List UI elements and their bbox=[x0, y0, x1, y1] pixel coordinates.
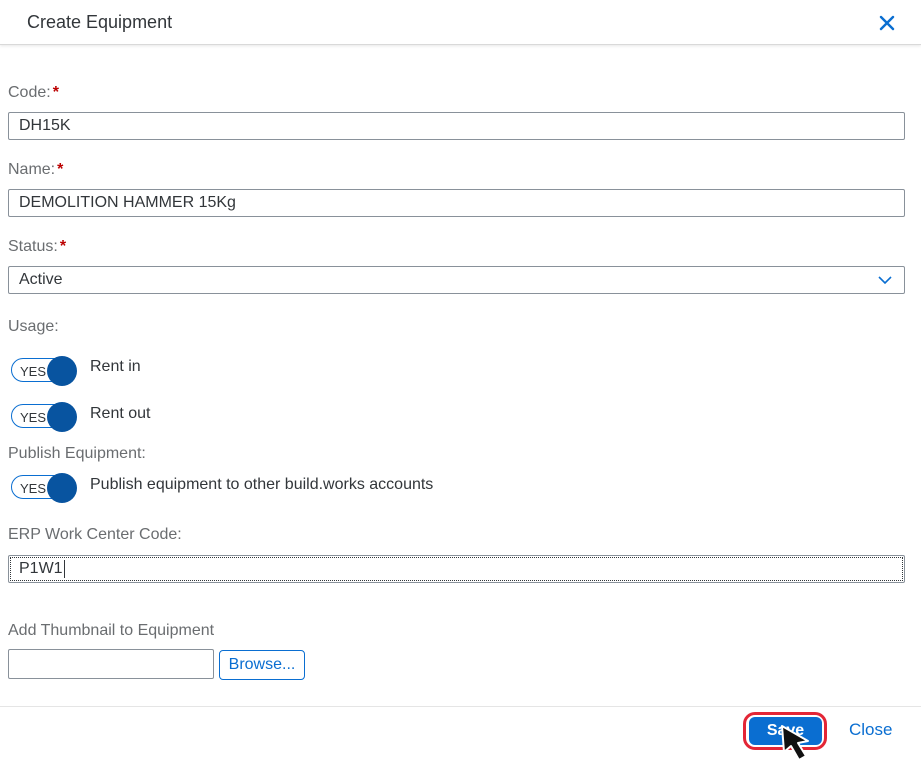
chevron-down-icon[interactable] bbox=[878, 275, 892, 285]
thumbnail-file-input[interactable] bbox=[8, 649, 214, 679]
text-caret bbox=[63, 559, 65, 578]
code-input[interactable]: DH15K bbox=[8, 112, 905, 140]
toggle-state: YES bbox=[20, 364, 47, 379]
code-label: Code: * bbox=[8, 84, 59, 101]
status-value: Active bbox=[19, 271, 63, 288]
required-marker: * bbox=[52, 84, 59, 101]
thumbnail-label: Add Thumbnail to Equipment bbox=[8, 622, 215, 639]
toggle-state: YES bbox=[20, 481, 47, 496]
status-select[interactable]: Active bbox=[8, 266, 905, 294]
name-label: Name: * bbox=[8, 161, 64, 178]
code-value: DH15K bbox=[19, 117, 71, 134]
toggle-knob bbox=[47, 473, 77, 503]
rent-in-toggle[interactable]: YES bbox=[11, 356, 77, 386]
erp-label: ERP Work Center Code: bbox=[8, 526, 182, 543]
erp-code-input[interactable]: P1W1 bbox=[8, 555, 905, 583]
toggle-knob bbox=[47, 402, 77, 432]
close-icon[interactable] bbox=[876, 12, 898, 34]
usage-label: Usage: bbox=[8, 318, 59, 335]
toggle-state: YES bbox=[20, 410, 47, 425]
publish-label: Publish Equipment: bbox=[8, 445, 146, 462]
required-marker: * bbox=[57, 161, 64, 178]
dialog-header: Create Equipment bbox=[0, 0, 921, 45]
required-marker: * bbox=[59, 238, 67, 255]
erp-code-value: P1W1 bbox=[19, 560, 63, 577]
dialog-title: Create Equipment bbox=[27, 12, 173, 32]
publish-toggle[interactable]: YES bbox=[11, 473, 77, 503]
name-value: DEMOLITION HAMMER 15Kg bbox=[19, 194, 236, 211]
rent-out-label: Rent out bbox=[90, 405, 151, 422]
status-label: Status: * bbox=[8, 238, 67, 255]
publish-toggle-label: Publish equipment to other build.works a… bbox=[90, 476, 434, 493]
browse-button[interactable]: Browse... bbox=[219, 650, 305, 680]
close-button[interactable]: Close bbox=[849, 720, 892, 740]
rent-out-toggle[interactable]: YES bbox=[11, 402, 77, 432]
toggle-knob bbox=[47, 356, 77, 386]
name-input[interactable]: DEMOLITION HAMMER 15Kg bbox=[8, 189, 905, 217]
save-button[interactable]: Save bbox=[749, 717, 822, 745]
rent-in-label: Rent in bbox=[90, 358, 141, 375]
